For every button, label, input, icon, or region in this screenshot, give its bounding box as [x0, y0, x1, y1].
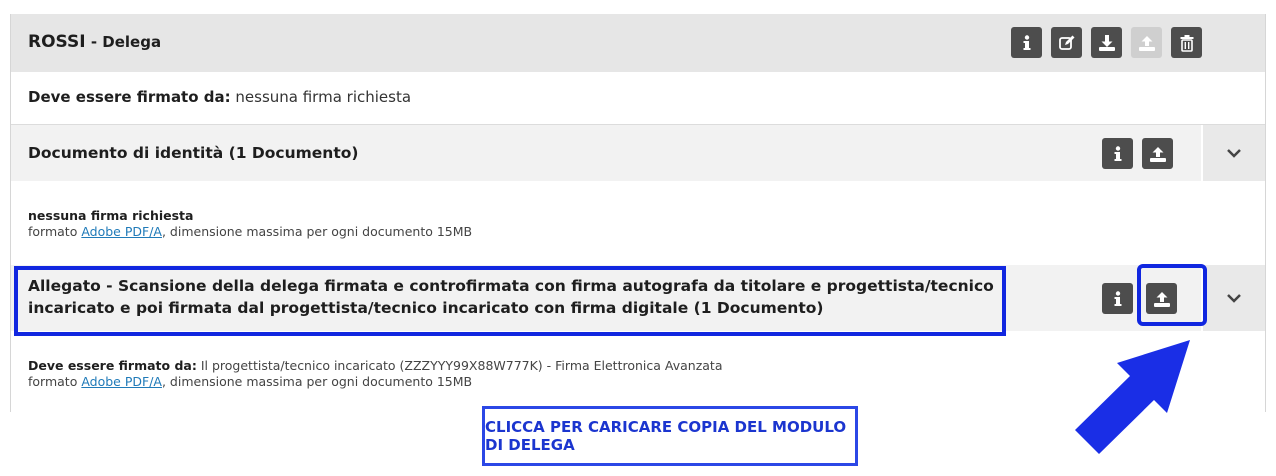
info-icon: [1114, 145, 1121, 161]
upload-icon: [1149, 146, 1166, 162]
chevron-down-icon: [1227, 149, 1241, 158]
owner-name: ROSSI: [28, 32, 86, 52]
identity-requirement: nessuna firma richiesta: [28, 208, 194, 223]
chevron-down-icon: [1227, 294, 1241, 303]
attachment-notes: Deve essere firmato da: Il progettista/t…: [28, 358, 722, 390]
identity-format-info: formato Adobe PDF/A, dimensione massima …: [28, 224, 473, 239]
signature-requirement-row: Deve essere firmato da: nessuna firma ri…: [11, 72, 1265, 125]
panel-title: ROSSI - Delega: [28, 32, 162, 52]
title-highlight-box: [14, 266, 1006, 336]
document-type: Delega: [102, 33, 162, 51]
trash-icon: [1180, 34, 1193, 52]
attachment-expand-toggle[interactable]: [1203, 265, 1265, 331]
edit-icon: [1058, 35, 1074, 50]
attachment-format-info: formato Adobe PDF/A, dimensione massima …: [28, 374, 473, 389]
upload-highlight-box: [1137, 264, 1207, 326]
signature-label: Deve essere firmato da:: [28, 88, 231, 106]
info-button[interactable]: [1011, 27, 1042, 58]
pdfa-format-link[interactable]: Adobe PDF/A: [81, 374, 162, 389]
section-identity-document: Documento di identità (1 Documento): [11, 125, 1201, 181]
download-icon: [1098, 34, 1115, 51]
upload-icon: [1138, 35, 1155, 51]
upload-instruction-callout: CLICCA PER CARICARE COPIA DEL MODULO DI …: [482, 406, 858, 466]
upload-button-disabled[interactable]: [1131, 27, 1162, 58]
pointer-arrow-icon: [1075, 340, 1190, 454]
signature-value: nessuna firma richiesta: [230, 88, 412, 106]
delete-button[interactable]: [1171, 27, 1202, 58]
panel-header: ROSSI - Delega: [11, 14, 1265, 73]
info-icon: [1023, 34, 1030, 50]
download-button[interactable]: [1091, 27, 1122, 58]
identity-expand-toggle[interactable]: [1203, 125, 1265, 181]
attachment-requirement: Deve essere firmato da: Il progettista/t…: [28, 358, 723, 373]
info-icon: [1114, 290, 1121, 306]
edit-button[interactable]: [1051, 27, 1082, 58]
attachment-info-button[interactable]: [1102, 283, 1133, 314]
section-title: Documento di identità (1 Documento): [28, 144, 359, 162]
identity-notes: nessuna firma richiesta formato Adobe PD…: [28, 208, 472, 240]
identity-upload-button[interactable]: [1142, 138, 1173, 169]
pdfa-format-link[interactable]: Adobe PDF/A: [81, 224, 162, 239]
identity-info-button[interactable]: [1102, 138, 1133, 169]
